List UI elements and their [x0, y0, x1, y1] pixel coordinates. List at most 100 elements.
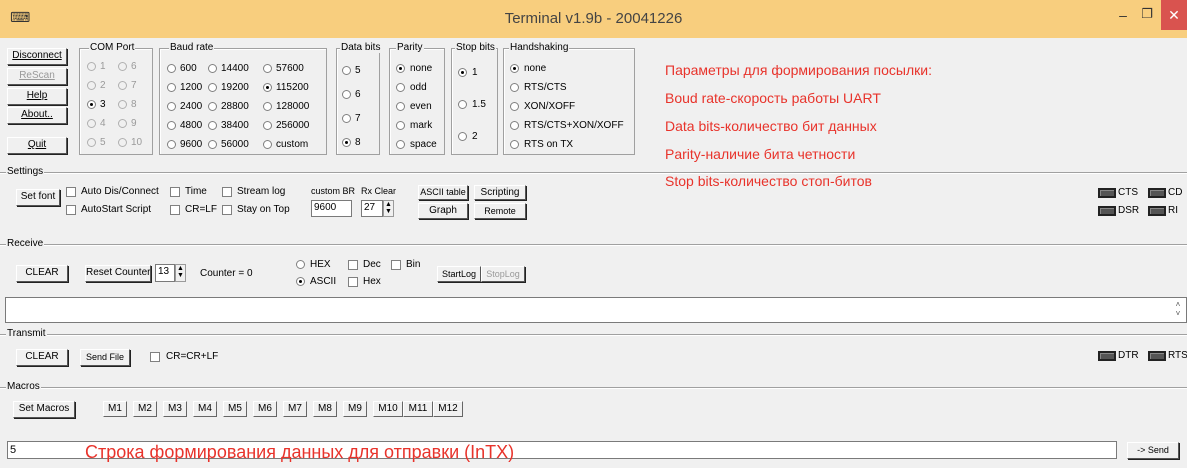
parity-none-radio[interactable] — [396, 64, 405, 73]
macro-m6-button[interactable]: M6 — [253, 401, 277, 417]
reset-counter-button[interactable]: Reset Counter — [85, 265, 151, 282]
stream-log-checkbox[interactable] — [222, 187, 232, 197]
parity-odd-label: odd — [410, 82, 427, 93]
parity-space-radio[interactable] — [396, 140, 405, 149]
transmit-clear-button[interactable]: CLEAR — [16, 349, 68, 366]
com10-radio[interactable] — [118, 138, 127, 147]
remote-button[interactable]: Remote — [474, 203, 526, 219]
parity-mark-radio[interactable] — [396, 121, 405, 130]
macro-m8-button[interactable]: M8 — [313, 401, 337, 417]
rts-led-icon[interactable] — [1148, 351, 1166, 361]
macro-m12-button[interactable]: M12 — [433, 401, 463, 417]
handshake-rtscts-radio[interactable] — [510, 83, 519, 92]
macro-m1-button[interactable]: M1 — [103, 401, 127, 417]
hex-checkbox[interactable] — [348, 277, 358, 287]
handshake-rtscts-xonxoff-radio[interactable] — [510, 121, 519, 130]
baud-57600-radio[interactable] — [263, 64, 272, 73]
com1-radio[interactable] — [87, 62, 96, 71]
counter-input[interactable]: 13 — [155, 264, 175, 282]
baud-19200-radio[interactable] — [208, 83, 217, 92]
receive-display[interactable] — [5, 297, 1187, 323]
com7-radio[interactable] — [118, 81, 127, 90]
receive-clear-button[interactable]: CLEAR — [16, 265, 68, 282]
macro-m11-button[interactable]: M11 — [403, 401, 433, 417]
autostart-script-label: AutoStart Script — [81, 204, 152, 215]
send-button[interactable]: -> Send — [1127, 442, 1179, 459]
quit-button[interactable]: Quit — [7, 137, 67, 154]
baud-256000-radio[interactable] — [263, 121, 272, 130]
com6-radio[interactable] — [118, 62, 127, 71]
parity-odd-radio[interactable] — [396, 83, 405, 92]
baud-14400-radio[interactable] — [208, 64, 217, 73]
macro-m4-button[interactable]: M4 — [193, 401, 217, 417]
disconnect-button[interactable]: Disconnect — [7, 48, 67, 65]
maximize-button[interactable]: ❐ — [1137, 6, 1157, 26]
com4-radio[interactable] — [87, 119, 96, 128]
data-bits-5-radio[interactable] — [342, 66, 351, 75]
baud-600-radio[interactable] — [167, 64, 176, 73]
about-button[interactable]: About.. — [7, 107, 67, 124]
macro-m5-button[interactable]: M5 — [223, 401, 247, 417]
dec-checkbox[interactable] — [348, 260, 358, 270]
baud-9600-radio[interactable] — [167, 140, 176, 149]
parity-even-radio[interactable] — [396, 102, 405, 111]
stop-log-button[interactable]: StopLog — [481, 266, 525, 282]
receive-hex-radio[interactable] — [296, 260, 305, 269]
time-checkbox[interactable] — [170, 187, 180, 197]
autostart-script-checkbox[interactable] — [66, 205, 76, 215]
macro-m10-button[interactable]: M10 — [373, 401, 403, 417]
baud-custom-radio[interactable] — [263, 140, 272, 149]
handshake-none-radio[interactable] — [510, 64, 519, 73]
data-bits-8-radio[interactable] — [342, 138, 351, 147]
set-macros-button[interactable]: Set Macros — [13, 401, 75, 418]
data-bits-7-radio[interactable] — [342, 114, 351, 123]
data-bits-6-radio[interactable] — [342, 90, 351, 99]
baud-38400-radio[interactable] — [208, 121, 217, 130]
cr-lf-checkbox[interactable] — [170, 205, 180, 215]
handshake-rts-on-tx-radio[interactable] — [510, 140, 519, 149]
baud-115200-radio[interactable] — [263, 83, 272, 92]
cr-crlf-checkbox[interactable] — [150, 352, 160, 362]
baud-28800-radio[interactable] — [208, 102, 217, 111]
dtr-led-icon[interactable] — [1098, 351, 1116, 361]
stop-bits-1-5-radio[interactable] — [458, 100, 467, 109]
rx-clear-spinner[interactable]: ▲ ▼ — [383, 200, 394, 217]
custom-br-input[interactable]: 9600 — [311, 200, 352, 217]
rescan-button[interactable]: ReScan — [7, 68, 67, 85]
handshake-xonxoff-radio[interactable] — [510, 102, 519, 111]
com3-radio[interactable] — [87, 100, 96, 109]
receive-scrollbar[interactable]: ˄ ˅ — [1172, 300, 1184, 320]
baud-128000-radio[interactable] — [263, 102, 272, 111]
graph-button[interactable]: Graph — [418, 203, 468, 219]
scripting-button[interactable]: Scripting — [474, 185, 526, 200]
macro-m7-button[interactable]: M7 — [283, 401, 307, 417]
receive-ascii-radio[interactable] — [296, 277, 305, 286]
com9-radio[interactable] — [118, 119, 127, 128]
com5-radio[interactable] — [87, 138, 96, 147]
macro-m9-button[interactable]: M9 — [343, 401, 367, 417]
baud-56000-radio[interactable] — [208, 140, 217, 149]
counter-spinner[interactable]: ▲ ▼ — [175, 264, 186, 282]
start-log-button[interactable]: StartLog — [437, 266, 481, 282]
send-file-button[interactable]: Send File — [80, 349, 130, 366]
com2-radio[interactable] — [87, 81, 96, 90]
stop-bits-1-radio[interactable] — [458, 68, 467, 77]
macro-m3-button[interactable]: M3 — [163, 401, 187, 417]
ascii-table-button[interactable]: ASCII table — [418, 185, 468, 200]
stay-on-top-checkbox[interactable] — [222, 205, 232, 215]
com8-radio[interactable] — [118, 100, 127, 109]
minimize-button[interactable]: – — [1113, 7, 1133, 27]
stop-bits-2-radio[interactable] — [458, 132, 467, 141]
set-font-button[interactable]: Set font — [16, 189, 60, 206]
cr-crlf-label: CR=CR+LF — [166, 351, 219, 362]
close-button[interactable]: ✕ — [1161, 0, 1187, 30]
bin-checkbox[interactable] — [391, 260, 401, 270]
macro-m2-button[interactable]: M2 — [133, 401, 157, 417]
baud-2400-radio[interactable] — [167, 102, 176, 111]
auto-dis-connect-checkbox[interactable] — [66, 187, 76, 197]
help-button[interactable]: Help — [7, 88, 67, 105]
baud-1200-radio[interactable] — [167, 83, 176, 92]
baud-4800-radio[interactable] — [167, 121, 176, 130]
rx-clear-input[interactable]: 27 — [361, 200, 383, 217]
auto-dis-connect-label: Auto Dis/Connect — [81, 186, 159, 197]
